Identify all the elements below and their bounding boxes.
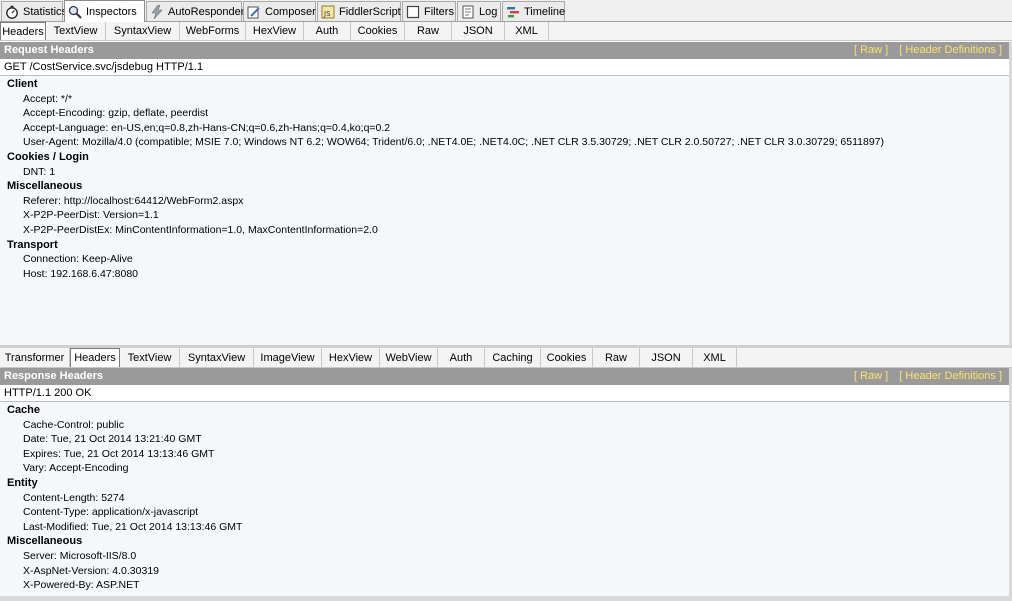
pane-title: Response Headers	[4, 370, 104, 382]
request-inspector-tabs: Headers TextView SyntaxView WebForms Hex…	[0, 22, 1012, 41]
tab-statistics[interactable]: Statistics	[1, 1, 67, 21]
tab-fiddlerscript[interactable]: JS FiddlerScript	[317, 1, 401, 21]
response-tab-raw[interactable]: Raw	[593, 348, 640, 367]
tab-log[interactable]: Log	[457, 1, 501, 21]
header-item[interactable]: Connection: Keep-Alive	[0, 252, 1009, 267]
response-tab-textview[interactable]: TextView	[120, 348, 180, 367]
response-status-line[interactable]: HTTP/1.1 200 OK	[0, 385, 1009, 402]
magnifier-icon	[68, 5, 82, 19]
checkbox-icon	[406, 5, 420, 19]
response-tab-transformer[interactable]: Transformer	[0, 348, 70, 367]
tab-filters[interactable]: Filters	[402, 1, 456, 21]
request-tab-syntaxview[interactable]: SyntaxView	[106, 22, 180, 40]
request-tab-webforms[interactable]: WebForms	[180, 22, 246, 40]
response-tab-caching[interactable]: Caching	[485, 348, 541, 367]
header-group[interactable]: Cookies / Login	[0, 150, 1009, 165]
request-tab-xml[interactable]: XML	[505, 22, 549, 40]
stopwatch-icon	[5, 5, 19, 19]
tab-inspectors[interactable]: Inspectors	[64, 0, 145, 22]
response-tab-headers[interactable]: Headers	[70, 348, 120, 367]
header-item[interactable]: Date: Tue, 21 Oct 2014 13:21:40 GMT	[0, 432, 1009, 447]
request-tab-auth[interactable]: Auth	[304, 22, 351, 40]
response-headers-pane: Response Headers [ Raw ] [ Header Defini…	[0, 368, 1012, 596]
header-group[interactable]: Cache	[0, 403, 1009, 418]
header-definitions-link[interactable]: [ Header Definitions ]	[899, 370, 1002, 382]
tab-composer[interactable]: Composer	[243, 1, 316, 21]
svg-text:JS: JS	[323, 10, 331, 18]
request-tab-raw[interactable]: Raw	[405, 22, 452, 40]
response-tab-imageview[interactable]: ImageView	[254, 348, 322, 367]
pencil-icon	[247, 5, 261, 19]
header-item[interactable]: X-P2P-PeerDist: Version=1.1	[0, 208, 1009, 223]
header-definitions-link[interactable]: [ Header Definitions ]	[899, 44, 1002, 56]
header-item[interactable]: Content-Type: application/x-javascript	[0, 505, 1009, 520]
header-group[interactable]: Miscellaneous	[0, 534, 1009, 549]
main-tab-bar: Statistics Inspectors AutoResponder Comp…	[0, 0, 1012, 22]
request-tab-json[interactable]: JSON	[452, 22, 505, 40]
request-headers-title-bar: Request Headers [ Raw ] [ Header Definit…	[0, 42, 1009, 59]
raw-link[interactable]: [ Raw ]	[854, 370, 888, 382]
tab-timeline[interactable]: Timeline	[502, 1, 565, 21]
header-item[interactable]: Cache-Control: public	[0, 418, 1009, 433]
request-tab-textview[interactable]: TextView	[46, 22, 106, 40]
lightning-icon	[150, 4, 164, 19]
response-tab-xml[interactable]: XML	[693, 348, 737, 367]
timeline-icon	[506, 5, 520, 19]
header-item[interactable]: Last-Modified: Tue, 21 Oct 2014 13:13:46…	[0, 520, 1009, 535]
header-item[interactable]: Server: Microsoft-IIS/8.0	[0, 549, 1009, 564]
response-tab-webview[interactable]: WebView	[380, 348, 438, 367]
header-item[interactable]: Accept-Language: en-US,en;q=0.8,zh-Hans-…	[0, 121, 1009, 136]
response-tab-json[interactable]: JSON	[640, 348, 693, 367]
script-icon: JS	[321, 5, 335, 19]
header-group[interactable]: Transport	[0, 238, 1009, 253]
window-bottom-border	[0, 596, 1012, 601]
header-group[interactable]: Miscellaneous	[0, 179, 1009, 194]
header-item[interactable]: Accept: */*	[0, 92, 1009, 107]
header-item[interactable]: Host: 192.168.6.47:8080	[0, 267, 1009, 282]
header-item[interactable]: X-AspNet-Version: 4.0.30319	[0, 564, 1009, 579]
response-tab-hexview[interactable]: HexView	[322, 348, 380, 367]
request-tab-headers[interactable]: Headers	[0, 22, 46, 40]
request-headers-pane: Request Headers [ Raw ] [ Header Definit…	[0, 42, 1012, 345]
request-tab-hexview[interactable]: HexView	[246, 22, 304, 40]
response-tab-syntaxview[interactable]: SyntaxView	[180, 348, 254, 367]
tab-autoresponder[interactable]: AutoResponder	[146, 1, 244, 21]
header-item[interactable]: Referer: http://localhost:64412/WebForm2…	[0, 194, 1009, 209]
header-item[interactable]: X-P2P-PeerDistEx: MinContentInformation=…	[0, 223, 1009, 238]
response-inspector-tabs: Transformer Headers TextView SyntaxView …	[0, 348, 1012, 368]
request-header-tree: Client Accept: */* Accept-Encoding: gzip…	[0, 77, 1009, 281]
response-header-links: [ Raw ] [ Header Definitions ]	[846, 368, 1002, 385]
request-header-links: [ Raw ] [ Header Definitions ]	[846, 42, 1002, 59]
header-item[interactable]: Expires: Tue, 21 Oct 2014 13:13:46 GMT	[0, 447, 1009, 462]
response-headers-title-bar: Response Headers [ Raw ] [ Header Defini…	[0, 368, 1009, 385]
header-item[interactable]: Accept-Encoding: gzip, deflate, peerdist	[0, 106, 1009, 121]
header-group[interactable]: Entity	[0, 476, 1009, 491]
header-item[interactable]: DNT: 1	[0, 165, 1009, 180]
header-item[interactable]: Vary: Accept-Encoding	[0, 461, 1009, 476]
response-tab-auth[interactable]: Auth	[438, 348, 485, 367]
response-tab-cookies[interactable]: Cookies	[541, 348, 593, 367]
request-line[interactable]: GET /CostService.svc/jsdebug HTTP/1.1	[0, 59, 1009, 76]
log-icon	[461, 5, 475, 19]
response-header-tree: Cache Cache-Control: public Date: Tue, 2…	[0, 403, 1009, 593]
header-group[interactable]: Client	[0, 77, 1009, 92]
pane-title: Request Headers	[4, 44, 94, 56]
header-item[interactable]: Content-Length: 5274	[0, 491, 1009, 506]
header-item[interactable]: User-Agent: Mozilla/4.0 (compatible; MSI…	[0, 135, 1009, 150]
header-item[interactable]: X-Powered-By: ASP.NET	[0, 578, 1009, 593]
raw-link[interactable]: [ Raw ]	[854, 44, 888, 56]
request-tab-cookies[interactable]: Cookies	[351, 22, 405, 40]
